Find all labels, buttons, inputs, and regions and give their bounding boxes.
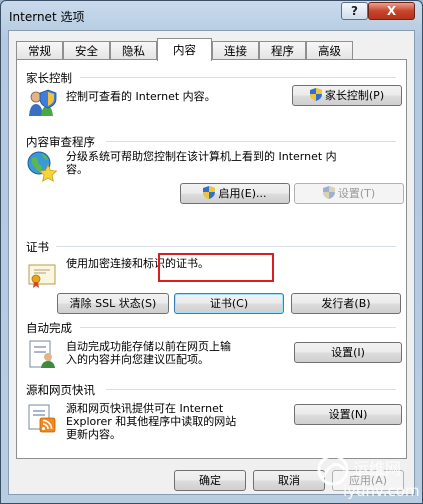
content-advisor-description-line2: 容。 [66, 163, 88, 176]
uac-shield-icon [322, 186, 335, 199]
internet-options-window: Internet 选项 ? X 常规 安全 隐私 内容 连接 程序 高级 家长控… [0, 0, 423, 504]
content-advisor-description-line1: 分级系统可帮助您控制在该计算机上看到的 Internet 内 [66, 150, 337, 163]
certificates-button-highlight [158, 253, 274, 282]
tab-advanced[interactable]: 高级 [306, 41, 353, 60]
autocomplete-form-icon [29, 340, 55, 368]
enable-content-advisor-button[interactable]: 启用(E)... [180, 183, 290, 204]
autocomplete-group: 自动完成 自动完成功能存储以前在网页上输 入的内容并向您建议匹配项。 设置(I) [26, 320, 402, 375]
window-title: Internet 选项 [9, 10, 85, 24]
title-bar[interactable]: Internet 选项 ? X [1, 1, 422, 31]
clear-ssl-state-button[interactable]: 清除 SSL 状态(S) [57, 293, 169, 314]
feeds-description-line1: 源和网页快讯提供可在 Internet [66, 402, 224, 415]
parental-controls-button[interactable]: 家长控制(P) [292, 85, 402, 106]
certificate-icon [28, 264, 56, 288]
watermark-domain-text: iyunv.com [343, 482, 420, 500]
globe-star-icon [27, 151, 58, 182]
feeds-web-slices-group: 源和网页快讯 源和网页快讯提供可在 Internet Explorer 和其他程… [26, 382, 402, 452]
certificates-button[interactable]: 证书(C) [174, 293, 284, 314]
autocomplete-description-line1: 自动完成功能存储以前在网页上输 [66, 340, 231, 353]
group-divider [80, 77, 396, 78]
group-title: 源和网页快讯 [26, 383, 95, 397]
group-title: 内容审查程序 [26, 135, 95, 149]
tab-general[interactable]: 常规 [16, 41, 63, 60]
group-title: 家长控制 [26, 71, 72, 85]
help-button[interactable]: ? [341, 2, 368, 20]
parental-controls-label: 家长控制(P) [324, 89, 385, 102]
group-divider [56, 246, 396, 247]
feeds-settings-button[interactable]: 设置(N) [294, 404, 402, 425]
tab-content[interactable]: 内容 [157, 38, 212, 61]
uac-shield-icon [309, 88, 322, 101]
group-title: 证书 [26, 240, 49, 254]
ok-button[interactable]: 确定 [174, 470, 246, 491]
tab-security[interactable]: 安全 [63, 41, 110, 60]
content-advisor-group: 内容审查程序 分级系统可帮助您控制在该计算机上看到的 Internet 内 容。… [26, 134, 404, 206]
feeds-description-line2: Explorer 和其他程序中读取的网站 [66, 415, 237, 428]
help-icon: ? [351, 4, 358, 18]
group-divider [80, 327, 396, 328]
tab-privacy[interactable]: 隐私 [110, 41, 157, 60]
publishers-button[interactable]: 发行者(B) [291, 293, 401, 314]
watermark-cn-text: 运维网 [353, 459, 401, 478]
parental-controls-description: 控制可查看的 Internet 内容。 [66, 90, 216, 103]
group-divider [106, 389, 396, 390]
rss-feed-icon [28, 404, 56, 433]
settings-button-label: 设置(T) [337, 187, 376, 200]
tab-connections[interactable]: 连接 [212, 41, 259, 60]
autocomplete-settings-button[interactable]: 设置(I) [294, 342, 402, 363]
uac-shield-icon [203, 186, 216, 199]
feeds-description-line3: 更新内容。 [66, 428, 121, 441]
close-icon: X [386, 4, 397, 18]
group-divider [106, 141, 396, 142]
group-title: 自动完成 [26, 321, 72, 335]
tab-programs[interactable]: 程序 [259, 41, 306, 60]
autocomplete-description-line2: 入的内容并向您建议匹配项。 [66, 353, 209, 366]
close-button[interactable]: X [368, 2, 415, 20]
watermark-logo: 运维网 iyunv.com [317, 454, 420, 500]
family-safety-icon [29, 89, 57, 116]
parental-controls-group: 家长控制 控制可查看的 Internet 内容。 家长控制(P) [26, 70, 402, 130]
content-advisor-settings-button[interactable]: 设置(T) [294, 183, 404, 204]
enable-button-label: 启用(E)... [218, 187, 267, 200]
